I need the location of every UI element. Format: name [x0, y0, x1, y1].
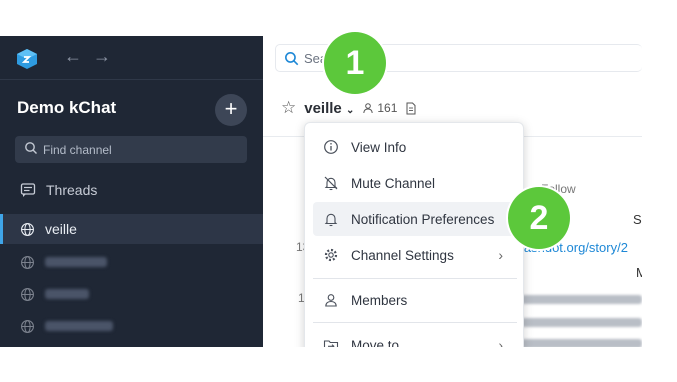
menu-item-label: Members: [351, 292, 408, 308]
blurred-text: [521, 339, 642, 347]
sidebar-topbar: ← →: [0, 36, 263, 80]
globe-icon: [21, 222, 34, 236]
bell-icon: [324, 213, 338, 227]
blurred-channel-label: [45, 257, 107, 267]
search-icon: [285, 52, 299, 66]
file-icon[interactable]: [405, 102, 417, 115]
chevron-right-icon: ›: [498, 247, 503, 263]
add-channel-button[interactable]: +: [215, 94, 247, 126]
sidebar-item-threads[interactable]: Threads: [20, 178, 97, 202]
bg-letter-s: S: [633, 212, 642, 227]
menu-item-notification-preferences[interactable]: Notification Preferences: [313, 202, 517, 236]
member-count[interactable]: 161: [362, 101, 397, 115]
blurred-channel-label: [45, 321, 113, 331]
chevron-down-icon: ⌄: [345, 104, 355, 116]
menu-item-label: Mute Channel: [351, 175, 436, 191]
channel-header: ☆ veille ⌄ 161: [281, 98, 417, 118]
threads-icon: [20, 183, 36, 197]
step-badge-1: 1: [324, 32, 386, 94]
find-channel-box[interactable]: [15, 136, 247, 163]
team-name[interactable]: Demo kChat: [17, 98, 116, 118]
blurred-channel-label: [45, 289, 89, 299]
user-icon: [363, 103, 374, 114]
menu-item-channel-settings[interactable]: Channel Settings ›: [313, 238, 517, 272]
channel-dropdown-menu: View Info Mute Channel Notification Pref…: [304, 122, 524, 362]
back-arrow-icon[interactable]: ←: [64, 46, 82, 67]
blurred-text: [521, 318, 642, 327]
threads-label: Threads: [46, 182, 98, 198]
globe-icon: [21, 319, 34, 333]
menu-item-label: Notification Preferences: [351, 211, 495, 227]
sidebar: ← → Demo kChat + Threads: [0, 36, 263, 347]
page-margin-bottom: [0, 347, 677, 382]
search-icon: [25, 142, 37, 154]
menu-item-label: Channel Settings: [351, 247, 454, 263]
favorite-star-icon[interactable]: ☆: [281, 98, 296, 118]
channel-name: veille: [304, 99, 342, 117]
member-count-value: 161: [377, 101, 398, 115]
menu-divider: [313, 278, 517, 279]
gear-icon: [324, 248, 338, 262]
menu-item-label: View Info: [351, 139, 407, 155]
globe-icon: [21, 255, 34, 269]
info-icon: [324, 140, 338, 154]
kchat-logo-icon: [17, 49, 37, 69]
menu-divider: [313, 322, 517, 323]
channel-label: veille: [45, 221, 77, 237]
page-margin-right: [642, 0, 677, 382]
find-channel-input[interactable]: [43, 136, 243, 163]
globe-icon: [21, 287, 34, 301]
sidebar-item-channel[interactable]: [0, 311, 263, 341]
sidebar-item-veille[interactable]: veille: [0, 214, 263, 244]
sidebar-item-channel[interactable]: [0, 279, 263, 309]
bell-off-icon: [324, 176, 338, 191]
menu-item-mute-channel[interactable]: Mute Channel: [313, 166, 517, 200]
user-icon: [325, 294, 337, 307]
menu-item-view-info[interactable]: View Info: [313, 130, 517, 164]
forward-arrow-icon[interactable]: →: [93, 46, 111, 67]
sidebar-item-channel[interactable]: [0, 247, 263, 277]
blurred-text: [521, 295, 642, 304]
step-badge-2: 2: [508, 187, 570, 249]
menu-item-members[interactable]: Members: [313, 283, 517, 317]
channel-title[interactable]: veille ⌄: [304, 100, 354, 117]
